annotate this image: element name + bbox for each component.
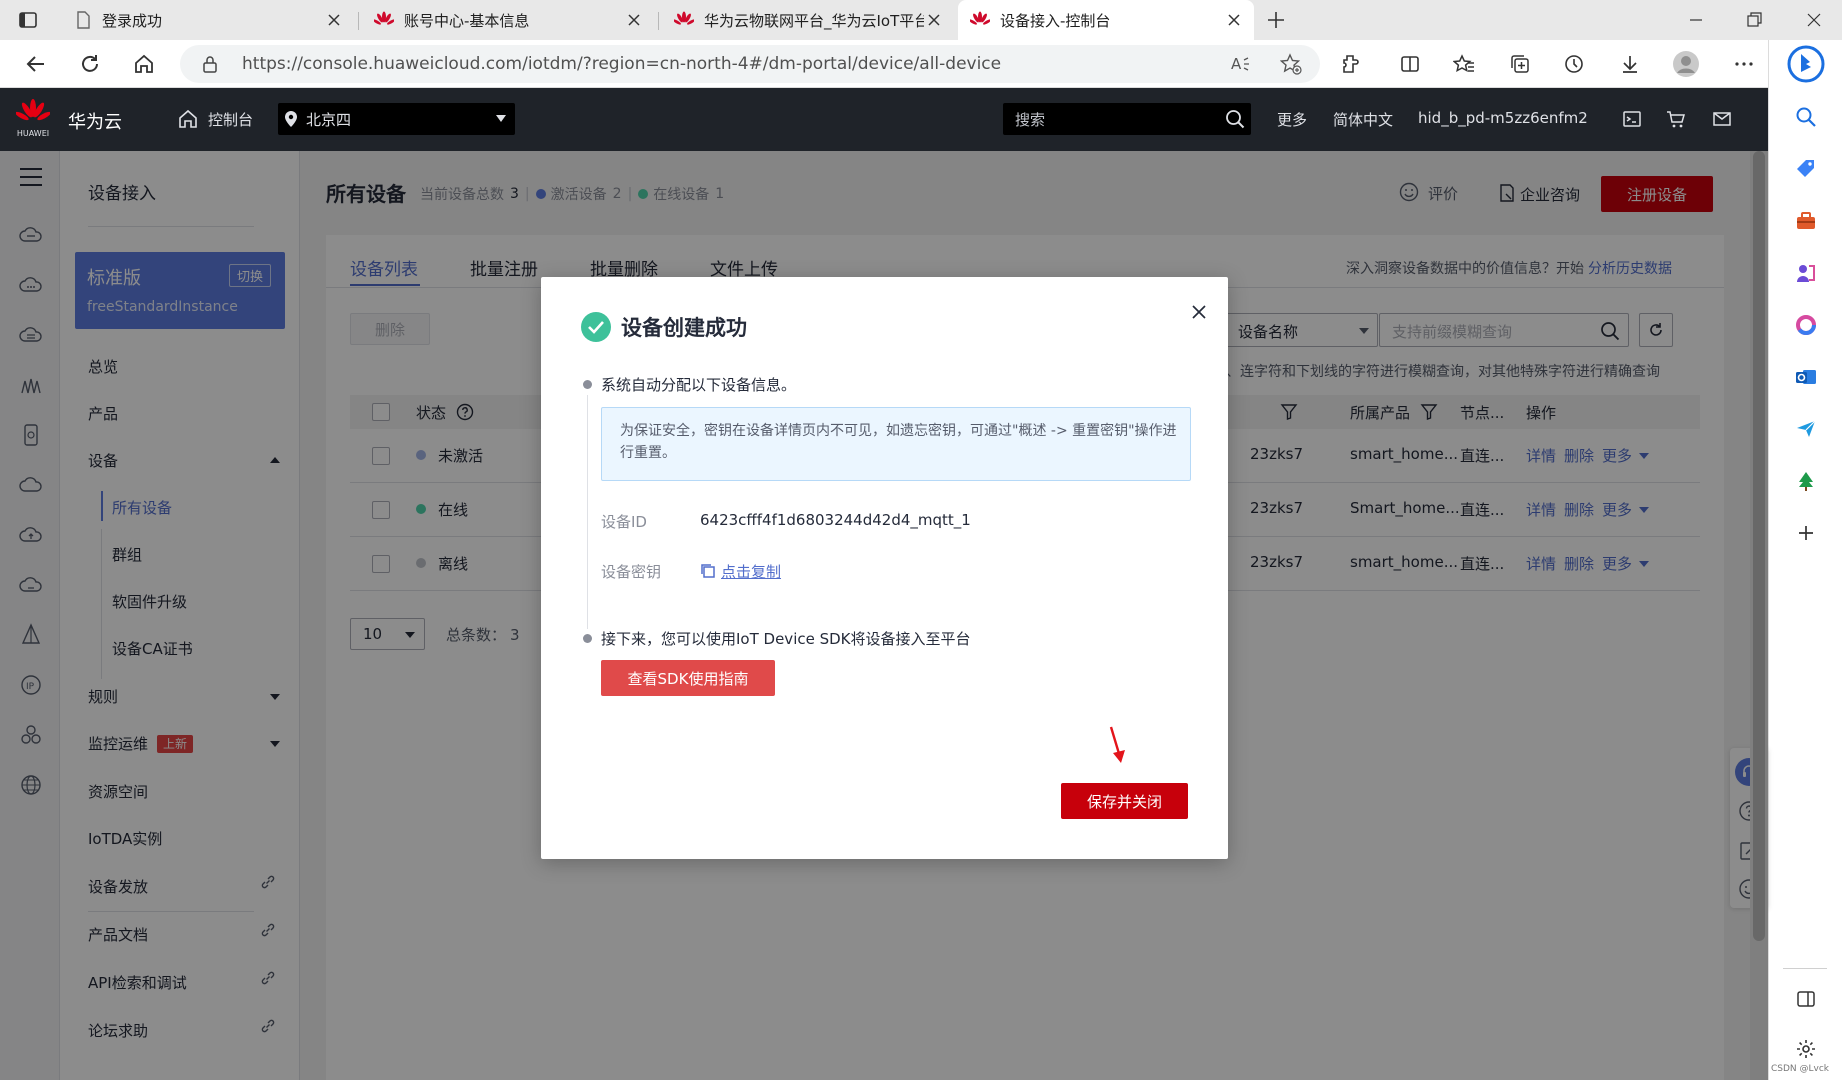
huawei-logo-icon	[374, 11, 394, 29]
watermark: CSDN @Lvck	[1771, 1064, 1830, 1074]
huawei-logo-icon	[674, 11, 694, 29]
microsoft365-icon[interactable]	[1791, 310, 1821, 340]
read-aloud-icon[interactable]: A	[1230, 54, 1252, 74]
sidebar-divider	[1783, 968, 1827, 969]
url-field[interactable]: https://console.huaweicloud.com/iotdm/?r…	[180, 45, 1320, 83]
caret-down-icon	[496, 115, 506, 122]
minimize-icon[interactable]	[1686, 10, 1706, 30]
shopping-tag-icon[interactable]	[1791, 154, 1821, 184]
window-close-icon[interactable]	[1804, 10, 1824, 30]
header-search-input[interactable]: 搜索	[1003, 103, 1251, 135]
browser-address-bar: https://console.huaweicloud.com/iotdm/?r…	[0, 40, 1842, 88]
step-line	[587, 395, 588, 629]
browser-tab-device-access[interactable]: 设备接入-控制台	[958, 0, 1254, 40]
favorites-icon[interactable]	[1448, 48, 1480, 80]
bing-copilot-icon[interactable]	[1787, 44, 1825, 84]
close-icon[interactable]	[1224, 10, 1244, 30]
message-icon[interactable]	[1712, 109, 1732, 129]
huawei-logo-icon	[970, 11, 990, 29]
tree-icon[interactable]	[1791, 466, 1821, 496]
console-link[interactable]: 控制台	[208, 109, 253, 130]
search-icon[interactable]	[1791, 102, 1821, 132]
close-icon[interactable]	[324, 10, 344, 30]
logo-text: 华为云	[68, 112, 122, 133]
device-created-dialog: 设备创建成功 系统自动分配以下设备信息。 为保证安全，密钥在设备详情页内不可见，…	[541, 277, 1228, 859]
view-sdk-guide-button[interactable]: 查看SDK使用指南	[601, 660, 775, 696]
extensions-icon[interactable]	[1334, 48, 1366, 80]
home-icon[interactable]	[128, 48, 160, 80]
sidebar-panel-icon[interactable]	[1791, 984, 1821, 1014]
region-select[interactable]: 北京四	[278, 103, 515, 135]
edge-sidebar: CSDN @Lvck	[1768, 40, 1842, 1080]
success-check-icon	[581, 312, 611, 342]
close-icon[interactable]	[1187, 300, 1211, 324]
search-placeholder: 搜索	[1015, 111, 1046, 129]
location-pin-icon	[284, 110, 298, 128]
tab-title: 设备接入-控制台	[1000, 11, 1111, 30]
back-icon[interactable]	[20, 48, 52, 80]
collections-icon[interactable]	[1504, 48, 1536, 80]
browser-tab-bar: 登录成功 账号中心-基本信息 华为云物联网平台_华为云IoT平台 设备接入-控制…	[0, 0, 1842, 40]
download-icon[interactable]	[1614, 48, 1646, 80]
copy-icon[interactable]	[700, 563, 716, 579]
tab-title: 华为云物联网平台_华为云IoT平台	[704, 11, 924, 30]
user-account[interactable]: hid_b_pd-m5zz6enfm2	[1418, 109, 1588, 127]
step-two-text: 接下来，您可以使用IoT Device SDK将设备接入至平台	[601, 630, 971, 648]
tab-actions-icon[interactable]	[18, 10, 38, 30]
step-dot	[583, 634, 592, 643]
step-dot	[583, 380, 592, 389]
refresh-icon[interactable]	[74, 48, 106, 80]
region-value: 北京四	[306, 111, 352, 129]
copy-secret-link[interactable]: 点击复制	[721, 561, 781, 582]
dialog-title: 设备创建成功	[621, 316, 747, 340]
svg-text:A: A	[1231, 55, 1242, 73]
security-tip: 为保证安全，密钥在设备详情页内不可见，如遗忘密钥，可通过"概述 -> 重置密钥"…	[601, 407, 1191, 481]
step-one-text: 系统自动分配以下设备信息。	[601, 376, 797, 394]
tab-title: 登录成功	[102, 11, 163, 30]
more-options-icon[interactable]	[1728, 48, 1760, 80]
close-icon[interactable]	[924, 10, 944, 30]
cloud-shell-icon[interactable]	[1622, 109, 1642, 129]
history-icon[interactable]	[1558, 48, 1590, 80]
cart-icon[interactable]	[1666, 109, 1686, 129]
console-header: HUAWEI 华为云 控制台 北京四 搜索 更多 简体中文 hid_b_pd-m…	[0, 88, 1768, 151]
restore-icon[interactable]	[1744, 10, 1764, 30]
security-tip-text: 为保证安全，密钥在设备详情页内不可见，如遗忘密钥，可通过"概述 -> 重置密钥"…	[620, 423, 1177, 461]
tab-title: 账号中心-基本信息	[404, 11, 530, 30]
console-home-icon[interactable]	[178, 109, 198, 129]
tools-icon[interactable]	[1791, 206, 1821, 236]
save-and-close-button[interactable]: 保存并关闭	[1061, 783, 1188, 819]
games-icon[interactable]	[1791, 258, 1821, 288]
search-icon[interactable]	[1225, 109, 1245, 129]
device-id-value: 6423cfff4f1d6803244d42d4_mqtt_1	[700, 511, 971, 529]
url-text: https://console.huaweicloud.com/iotdm/?r…	[242, 54, 1002, 74]
device-id-label: 设备ID	[601, 513, 647, 531]
send-icon[interactable]	[1791, 414, 1821, 444]
browser-tab-huawei-iot[interactable]: 华为云物联网平台_华为云IoT平台	[662, 0, 954, 40]
browser-tab-login-success[interactable]: 登录成功	[62, 0, 354, 40]
tab-divider	[358, 12, 359, 30]
red-arrow-annotation	[1107, 725, 1129, 765]
new-tab-icon[interactable]	[1266, 10, 1286, 30]
add-favorite-icon[interactable]	[1280, 53, 1302, 75]
device-secret-label: 设备密钥	[601, 563, 662, 581]
profile-avatar-icon[interactable]	[1670, 48, 1702, 80]
lock-icon[interactable]	[202, 55, 218, 73]
tab-divider	[658, 12, 659, 30]
settings-gear-icon[interactable]	[1791, 1034, 1821, 1064]
huawei-logo[interactable]: HUAWEI	[16, 98, 50, 140]
logo-sub-text: HUAWEI	[16, 129, 50, 138]
add-icon[interactable]	[1791, 518, 1821, 548]
header-more-link[interactable]: 更多	[1277, 109, 1307, 130]
page-icon	[74, 11, 92, 29]
language-select[interactable]: 简体中文	[1333, 109, 1393, 130]
close-icon[interactable]	[624, 10, 644, 30]
outlook-icon[interactable]	[1791, 362, 1821, 392]
split-screen-icon[interactable]	[1394, 48, 1426, 80]
browser-tab-account-center[interactable]: 账号中心-基本信息	[362, 0, 654, 40]
